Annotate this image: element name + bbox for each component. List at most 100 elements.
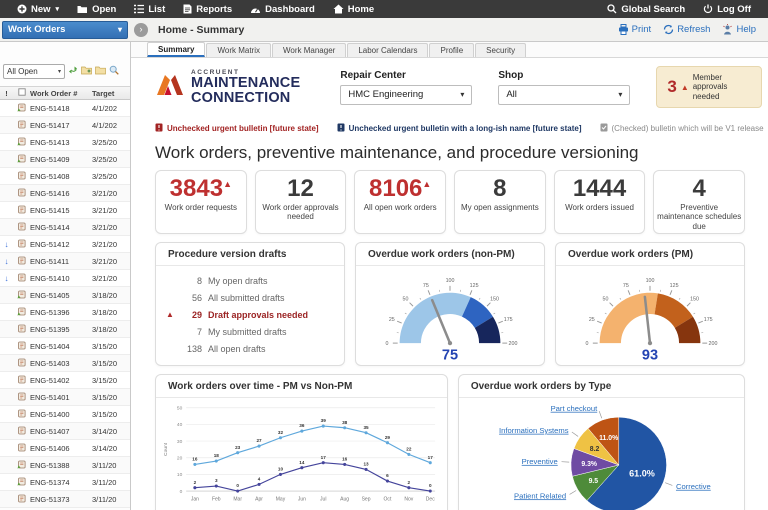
work-order-row[interactable]: ENG-51403 3/15/20 [0,355,130,372]
work-order-number: ENG-51405 [30,290,70,300]
down-arrow-icon: ↓ [4,239,9,249]
column-target-date[interactable]: Target [92,89,130,98]
print-button[interactable]: Print [618,24,651,35]
work-order-row[interactable]: ↓ ENG-51412 3/21/20 [0,236,130,253]
work-order-row[interactable]: ENG-51407 3/14/20 [0,423,130,440]
work-order-row[interactable]: ENG-51413 3/25/20 [0,134,130,151]
work-order-row[interactable]: ENG-51373 3/11/20 [0,491,130,508]
tab-work-manager[interactable]: Work Manager [272,43,347,57]
bulletin-link-urgent[interactable]: Unchecked urgent bulletin [future state] [155,123,319,134]
pie-slice-label[interactable]: Corrective [676,482,711,491]
pie-slice-label[interactable]: Preventive [522,457,558,466]
nav-item-list[interactable]: List [125,0,174,18]
work-order-row[interactable]: ENG-51416 3/21/20 [0,185,130,202]
nav-item-home[interactable]: Home [324,0,383,18]
procedure-version-drafts-panel: Procedure version drafts 8 My open draft… [155,242,345,366]
help-button[interactable]: Help [722,24,756,35]
work-order-row[interactable]: ENG-51374 3/11/20 [0,474,130,491]
tab-work-matrix[interactable]: Work Matrix [206,43,271,57]
work-order-row[interactable]: ↓ ENG-51410 3/21/20 [0,270,130,287]
folder-open-icon[interactable] [95,62,106,80]
log-off-button[interactable]: Log Off [694,0,760,18]
pie-slice-label[interactable]: Part checkout [550,404,598,413]
repair-center-value: HMC Engineering [348,89,424,100]
bulletin-link-urgent-long[interactable]: Unchecked urgent bulletin with a long-is… [337,123,582,134]
kpi-work-order-requests[interactable]: 3843▲ Work order requests [155,170,247,234]
work-order-row[interactable]: ENG-51406 3/14/20 [0,440,130,457]
refresh-button[interactable]: Refresh [663,24,710,35]
draft-stat-row[interactable]: 7 My submitted drafts [166,323,334,340]
work-order-row[interactable]: ENG-51417 4/1/202 [0,117,130,134]
chevron-down-icon: ▾ [57,68,61,75]
work-order-number: ENG-51373 [30,494,70,504]
work-order-icon [17,477,26,488]
print-icon [618,24,629,35]
work-order-filter-select[interactable]: All Open ▾ [3,63,65,79]
search-list-icon[interactable] [109,62,119,80]
draft-stat-row[interactable]: 8 My open drafts [166,272,334,289]
svg-text:10: 10 [278,467,284,472]
module-select[interactable]: Work Orders ▾ [2,20,128,39]
work-order-row[interactable]: ↓ ENG-51411 3/21/20 [0,253,130,270]
wo-type-icon[interactable] [17,88,26,98]
pie-slice-label[interactable]: Patient Related [514,491,566,500]
work-order-row[interactable]: ENG-51415 3/21/20 [0,202,130,219]
svg-text:Jun: Jun [298,497,306,503]
module-select-value: Work Orders [8,24,66,35]
work-order-row[interactable]: ENG-51418 4/1/202 [0,100,130,117]
nav-item-new[interactable]: New ▾ [8,0,68,18]
work-order-row[interactable]: ENG-51395 3/18/20 [0,321,130,338]
refresh-list-icon[interactable] [68,62,78,80]
tab-summary[interactable]: Summary [147,42,206,57]
nav-label: New [31,3,51,15]
folder-new-icon[interactable] [81,62,92,80]
work-order-row[interactable]: ENG-51396 3/18/20 [0,304,130,321]
kpi-my-open-assignments[interactable]: 8 My open assignments [454,170,546,234]
nav-item-dashboard[interactable]: Dashboard [241,0,324,18]
work-order-row[interactable]: ENG-51414 3/21/20 [0,219,130,236]
panel-title: Overdue work orders (non-PM) [356,243,544,266]
tab-profile[interactable]: Profile [429,43,475,57]
kpi-work-orders-issued[interactable]: 1444 Work orders issued [553,170,646,234]
work-order-target-date: 3/11/20 [92,460,117,470]
draft-stat-row[interactable]: 56 All submitted drafts [166,289,334,306]
panel-title: Overdue work orders by Type [458,375,744,398]
list-icon [134,4,145,14]
nav-label: Dashboard [265,3,315,15]
work-order-row[interactable]: ENG-51402 3/15/20 [0,372,130,389]
kpi-all-open-work-orders[interactable]: 8106▲ All open work orders [354,170,447,234]
member-approvals-badge[interactable]: 3 ▲ Member approvals needed [656,66,762,108]
work-order-row[interactable]: ENG-51404 3/15/20 [0,338,130,355]
draft-approvals-needed-row[interactable]: ▲ 29 Draft approvals needed [166,306,334,323]
bulletin-link-checked[interactable]: (Checked) bulletin which will be V1 rele… [600,123,764,134]
work-order-row[interactable]: ENG-51400 3/15/20 [0,406,130,423]
tab-labor-calendars[interactable]: Labor Calendars [347,43,429,57]
global-search-button[interactable]: Global Search [598,0,694,18]
svg-text:Count: Count [163,442,169,456]
nav-item-reports[interactable]: Reports [174,0,241,18]
tab-security[interactable]: Security [475,43,527,57]
kpi-approvals-needed[interactable]: 12 Work order approvals needed [254,170,347,234]
svg-text:25: 25 [389,317,395,323]
work-order-target-date: 3/21/20 [92,239,118,249]
svg-text:Dec: Dec [426,497,435,503]
repair-center-select[interactable]: HMC Engineering ▾ [340,84,473,105]
work-order-row[interactable]: ENG-51409 3/25/20 [0,151,130,168]
work-order-number: ENG-51403 [30,358,70,368]
work-order-target-date: 3/25/20 [92,137,118,147]
work-order-row[interactable]: ENG-51408 3/25/20 [0,168,130,185]
work-order-row[interactable]: ENG-51401 3/15/20 [0,389,130,406]
column-work-order-number[interactable]: Work Order # [30,89,92,98]
kpi-pm-schedules-due[interactable]: 4 Preventive maintenance schedules due [653,170,746,234]
svg-text:35: 35 [363,425,369,430]
pie-slice-label[interactable]: Information Systems [499,426,569,435]
sidebar-collapse-button[interactable]: › [134,22,148,37]
work-order-row[interactable]: ENG-51405 3/18/20 [0,287,130,304]
column-priority[interactable]: ! [0,89,13,98]
draft-stat-row[interactable]: 138 All open drafts [166,340,334,357]
shop-select[interactable]: All ▾ [498,84,631,105]
work-order-icon [17,409,26,420]
nav-item-open[interactable]: Open [68,0,125,18]
work-order-row[interactable]: ENG-51388 3/11/20 [0,457,130,474]
work-order-number: ENG-51415 [30,205,70,215]
